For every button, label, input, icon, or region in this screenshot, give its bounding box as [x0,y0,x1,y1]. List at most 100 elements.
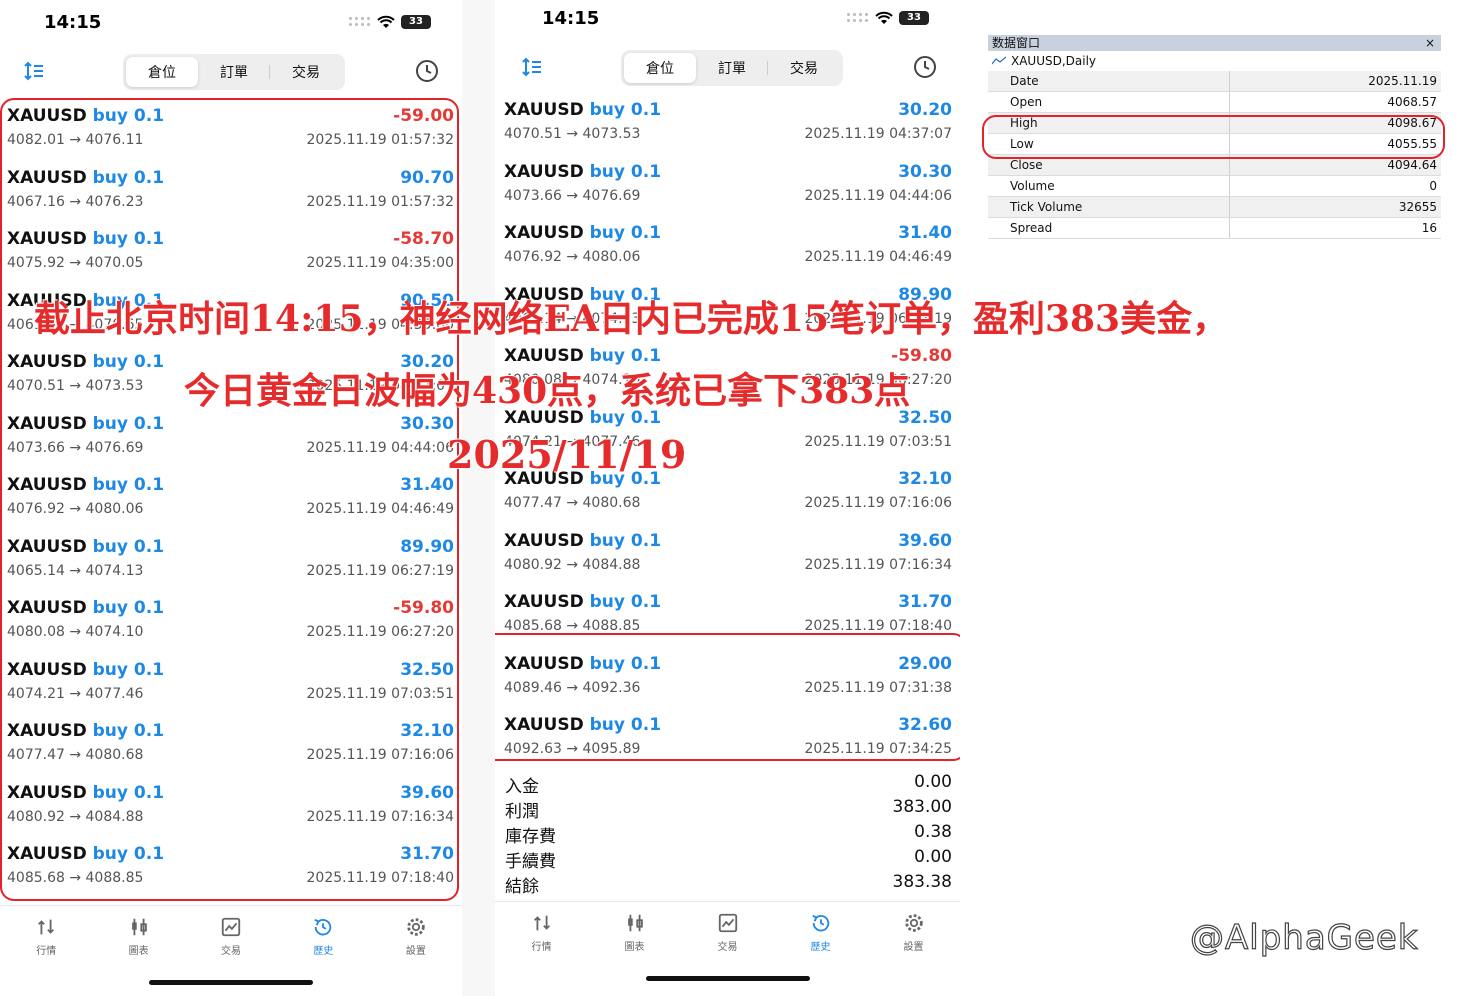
clock-icon[interactable] [415,59,439,83]
watermark: @AlphaGeek [1189,917,1419,958]
tab-label: 歷史 [313,946,334,957]
tab-item[interactable]: 設置 [867,902,960,961]
trade-symbol: XAUUSD buy 0.1 [504,223,661,243]
high-low-highlight [982,115,1445,159]
trade-side: buy 0.1 [589,592,662,612]
trade-prices: 4073.66 → 4076.69 [504,187,641,204]
data-window-title-text: 数据窗口 [992,36,1041,50]
summary-panel: 入金 0.00 利潤 383.00 庫存費 0.38 手續費 0.00 結餘 383.38 [495,772,960,897]
sort-icon[interactable] [520,55,544,79]
symbol-text: XAUUSD [504,530,584,551]
tab-item[interactable]: 交易 [681,902,774,961]
clock-icon[interactable] [913,55,937,79]
tab-item[interactable]: 歷史 [774,902,867,961]
trade-row[interactable]: XAUUSD buy 0.1 30.30 4073.66 → 4076.69 2025… [495,158,960,220]
summary-row: 庫存費 0.38 [495,822,960,847]
data-value: 0 [1429,179,1437,193]
home-indicator [149,980,313,985]
trade-time: 2025.11.19 07:16:06 [804,495,953,511]
tab-positions[interactable]: 倉位 [126,57,198,87]
quotes-icon [533,915,550,931]
highlight-box [495,633,960,761]
tab-label: 行情 [531,942,552,953]
tab-item[interactable]: 圖表 [92,906,184,965]
segment-control: 倉位 訂單 交易 [123,54,345,90]
settings-icon [407,918,425,936]
trade-row[interactable]: XAUUSD buy 0.1 39.60 4080.92 → 4084.88 2025… [495,527,960,589]
trade-pnl: 30.20 [898,100,952,120]
history-icon [811,914,829,932]
data-key: Volume [988,176,1230,196]
bottom-tab-bar: 行情 圖表 交易 歷史 設置 [495,901,960,961]
bottom-tab-bar: 行情 圖表 交易 歷史 設置 [0,905,462,965]
trade-time: 2025.11.19 07:18:40 [804,618,953,634]
data-window-row: Spread 16 [988,218,1441,239]
signal-icon [847,13,869,23]
right-phone-screen: 14:15 33 倉位 訂單 交易 XAUUSD buy 0.1 30.20 407… [495,0,960,996]
trade-prices: 4080.92 → 4084.88 [504,556,641,573]
summary-value: 0.38 [914,822,952,842]
trade-symbol: XAUUSD buy 0.1 [504,592,661,612]
data-value: 2025.11.19 [1368,74,1437,88]
trade-symbol: XAUUSD buy 0.1 [504,162,661,182]
tab-label: 設置 [405,946,426,957]
trade-prices: 4076.92 → 4080.06 [504,249,641,265]
data-value: 16 [1421,221,1437,235]
summary-label: 入金 [505,777,539,797]
data-key: Open [988,92,1230,112]
wifi-icon [875,11,893,24]
tab-label: 交易 [221,946,242,957]
status-icons: 33 [349,15,431,29]
trade-pnl: 31.70 [898,592,952,612]
symbol-label: XAUUSD,Daily [1011,54,1097,68]
summary-value: 0.00 [914,772,952,792]
summary-label: 庫存費 [505,827,556,847]
trade-time: 2025.11.19 07:03:51 [804,433,953,450]
summary-row: 利潤 383.00 [495,797,960,822]
line-chart-icon [992,56,1006,65]
trade-prices: 4085.68 → 4088.85 [504,618,641,634]
annotation-line-1: 截止北京时间14:15，神经网络EA日内已完成15笔订单，盈利383美金， [34,298,1229,340]
trade-prices: 4077.47 → 4080.68 [504,495,641,511]
data-window-row: Open 4068.57 [988,92,1441,113]
trade-row[interactable]: XAUUSD buy 0.1 30.20 4070.51 → 4073.53 2025… [495,96,960,158]
tab-item[interactable]: 交易 [185,906,277,965]
data-window-symbol: XAUUSD,Daily [988,51,1441,71]
tab-positions[interactable]: 倉位 [624,53,696,83]
tab-item[interactable]: 設置 [370,906,462,965]
trade-side: buy 0.1 [589,530,662,551]
tab-label: 交易 [717,942,738,953]
trade-time: 2025.11.19 07:16:34 [804,556,953,573]
sort-icon[interactable] [22,59,46,83]
status-time: 14:15 [542,8,600,29]
data-value: 4068.57 [1387,95,1437,109]
summary-row: 手續費 0.00 [495,847,960,872]
tab-item[interactable]: 圖表 [588,902,681,961]
trade-side: buy 0.1 [589,100,662,120]
tab-item[interactable]: 行情 [495,902,588,961]
tab-item[interactable]: 歷史 [277,906,369,965]
summary-label: 利潤 [505,802,539,822]
summary-value: 0.00 [914,847,952,867]
summary-label: 結餘 [505,877,539,897]
battery-icon: 33 [899,11,929,25]
tab-deals[interactable]: 交易 [270,57,342,87]
history-icon [314,918,332,936]
tab-deals[interactable]: 交易 [768,53,840,83]
close-icon[interactable]: × [1425,35,1435,51]
settings-icon [904,914,923,932]
tab-item[interactable]: 行情 [0,906,92,965]
tab-orders[interactable]: 訂單 [198,57,270,87]
summary-row: 入金 0.00 [495,772,960,797]
data-window-row: Tick Volume 32655 [988,197,1441,218]
battery-icon: 33 [401,15,431,29]
trade-pnl: 30.30 [898,161,952,182]
trade-prices: 4070.51 → 4073.53 [504,126,641,142]
symbol-text: XAUUSD [504,100,584,120]
chart-icon [627,914,643,932]
tab-orders[interactable]: 訂單 [696,53,768,83]
trade-row[interactable]: XAUUSD buy 0.1 31.40 4076.92 → 4080.06 2025… [495,219,960,281]
home-indicator [646,976,810,981]
status-icons: 33 [847,11,929,25]
trade-symbol: XAUUSD buy 0.1 [504,100,661,120]
